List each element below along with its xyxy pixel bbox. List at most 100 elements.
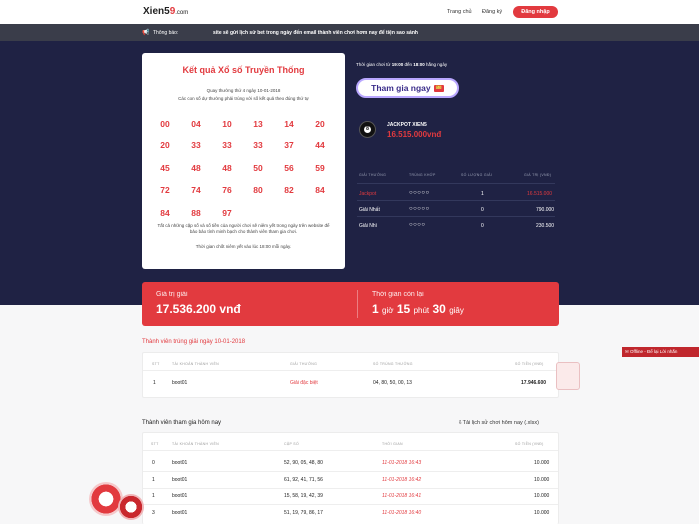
result-number: 10 <box>222 119 232 129</box>
prize-value-label: Giá trị giải <box>156 291 188 298</box>
result-number: 37 <box>284 140 294 150</box>
result-number: 74 <box>191 185 201 195</box>
download-label: Tải lịch sử chơi hôm nay (.xlsx) <box>462 420 539 426</box>
participant-account[interactable]: boot01 <box>172 493 187 499</box>
prize-row-match: ○○○○ <box>409 222 426 228</box>
prize-header-value: GIÁ TRỊ (VNĐ) <box>524 173 552 177</box>
ball-number: 8 <box>364 126 371 133</box>
prize-row-match: ○○○○○ <box>409 190 430 196</box>
join-label: Tham gia ngay <box>371 83 431 93</box>
countdown-minutes-unit: phút <box>413 306 430 315</box>
col-header: GIẢI THƯỞNG <box>290 362 318 366</box>
participant-stt: 1 <box>152 493 155 499</box>
result-number: 50 <box>253 163 263 173</box>
play-time-prefix: Thời gian chơi từ <box>356 62 391 67</box>
result-number: 76 <box>222 185 232 195</box>
prize-row-count: 1 <box>481 191 484 197</box>
participant-time: 11-01-2018 16:43 <box>382 460 422 466</box>
result-title: Kết quả Xổ số Truyền Thống <box>182 65 305 75</box>
participant-account[interactable]: boot01 <box>172 510 187 516</box>
participant-account[interactable]: boot01 <box>172 460 187 466</box>
play-time: Thời gian chơi từ 19:00 đến 18:00 hằng n… <box>356 62 447 67</box>
countdown-label: Thời gian còn lại <box>372 291 424 298</box>
prize-header-match: TRÙNG KHỚP <box>409 173 436 177</box>
prize-row-count: 0 <box>481 223 484 229</box>
prize-row-count: 0 <box>481 207 484 213</box>
winners-table: STT TÀI KHOẢN THÀNH VIÊN GIẢI THƯỞNG SỐ … <box>142 352 559 398</box>
nav-home-link[interactable]: Trang chủ <box>447 9 472 15</box>
divider <box>357 216 555 217</box>
ticket-icon: 🎫 <box>433 85 444 93</box>
prize-row-name: Giải Nhì <box>359 223 378 229</box>
participant-amount: 10.000 <box>534 493 550 499</box>
result-number: 33 <box>222 140 232 150</box>
result-number: 33 <box>191 140 201 150</box>
winner-account[interactable]: boot01 <box>172 380 187 386</box>
casino-chip-icon <box>118 494 144 520</box>
participant-stt: 0 <box>152 460 155 466</box>
col-header: CẶP SỐ <box>284 442 299 446</box>
eight-ball-icon: 8 <box>359 121 376 138</box>
playing-cards-icon <box>556 362 580 390</box>
divider <box>143 504 558 505</box>
participants-table: STT TÀI KHOẢN THÀNH VIÊN CẶP SỐ THỜI GIA… <box>142 432 559 524</box>
offline-chat-button[interactable]: ✉ Offline - Để lại Lời nhắn <box>622 347 699 357</box>
play-time-suffix: hằng ngày <box>426 62 448 67</box>
prize-row-name: Jackpot <box>359 191 377 197</box>
logo-suffix: .com <box>175 10 189 16</box>
participant-pair: 51, 19, 79, 86, 17 <box>284 510 323 516</box>
participant-account[interactable]: boot01 <box>172 477 187 483</box>
result-number: 56 <box>284 163 294 173</box>
winner-stt: 1 <box>153 380 156 386</box>
col-header: SỐ TRÙNG THƯỞNG <box>373 362 413 366</box>
participant-pair: 52, 90, 05, 48, 80 <box>284 460 323 466</box>
winners-title: Thành viên trúng giải ngày 10-01-2018 <box>142 339 246 345</box>
participant-pair: 61, 92, 41, 71, 56 <box>284 477 323 483</box>
col-header: THỜI GIAN <box>382 442 403 446</box>
countdown-hours: 1 <box>372 302 379 316</box>
result-number: 33 <box>253 140 263 150</box>
countdown-timer: 1 giờ 15 phút 30 giây <box>372 302 464 316</box>
countdown-seconds: 30 <box>432 302 446 316</box>
participant-stt: 1 <box>152 477 155 483</box>
result-number: 97 <box>222 208 232 218</box>
nav-register-link[interactable]: Đăng ký <box>482 9 502 15</box>
result-number: 88 <box>191 208 201 218</box>
winner-numbers: 04, 80, 50, 00, 13 <box>373 380 412 386</box>
result-number: 00 <box>160 119 170 129</box>
result-number: 82 <box>284 185 294 195</box>
result-number: 14 <box>284 119 294 129</box>
winner-amount: 17.946.600 <box>521 380 547 386</box>
participant-time: 11-01-2018 16:42 <box>382 477 422 483</box>
participant-amount: 10.000 <box>534 460 550 466</box>
col-header: STT <box>151 442 159 446</box>
play-time-from: 19:00 <box>391 62 404 67</box>
logo-text: Xien5 <box>143 6 170 17</box>
divider <box>357 290 358 318</box>
login-button[interactable]: Đăng nhập <box>513 6 558 18</box>
result-number: 84 <box>160 208 170 218</box>
site-logo[interactable]: Xien59.com <box>143 6 188 17</box>
result-card: Kết quả Xổ số Truyền Thống Quay thưởng t… <box>142 53 345 269</box>
join-now-button[interactable]: Tham gia ngay 🎫 <box>356 78 459 98</box>
divider <box>357 183 555 184</box>
col-header: STT <box>152 362 160 366</box>
result-number: 48 <box>222 163 232 173</box>
participant-time: 11-01-2018 16:40 <box>382 510 422 516</box>
result-number: 04 <box>191 119 201 129</box>
jackpot-name: JACKPOT XIEN5 <box>387 122 427 128</box>
divider <box>143 450 558 451</box>
play-time-to: 18:00 <box>413 62 425 67</box>
col-header: TÀI KHOẢN THÀNH VIÊN <box>172 362 219 366</box>
result-rule: Các con số dự thưởng phải trùng với số k… <box>178 96 309 101</box>
result-number: 45 <box>160 163 170 173</box>
winner-prize: Giải đặc biệt <box>290 380 318 386</box>
top-navbar: Xien59.com Trang chủ Đăng ký Đăng nhập <box>0 0 699 24</box>
result-number: 80 <box>253 185 263 195</box>
hero-section <box>0 41 699 305</box>
countdown-minutes: 15 <box>396 302 411 316</box>
download-history-link[interactable]: ⇩Tải lịch sử chơi hôm nay (.xlsx) <box>458 420 539 426</box>
prize-row-value: 790.000 <box>536 207 555 213</box>
countdown-hours-unit: giờ <box>382 306 394 315</box>
participant-pair: 15, 58, 19, 42, 39 <box>284 493 323 499</box>
